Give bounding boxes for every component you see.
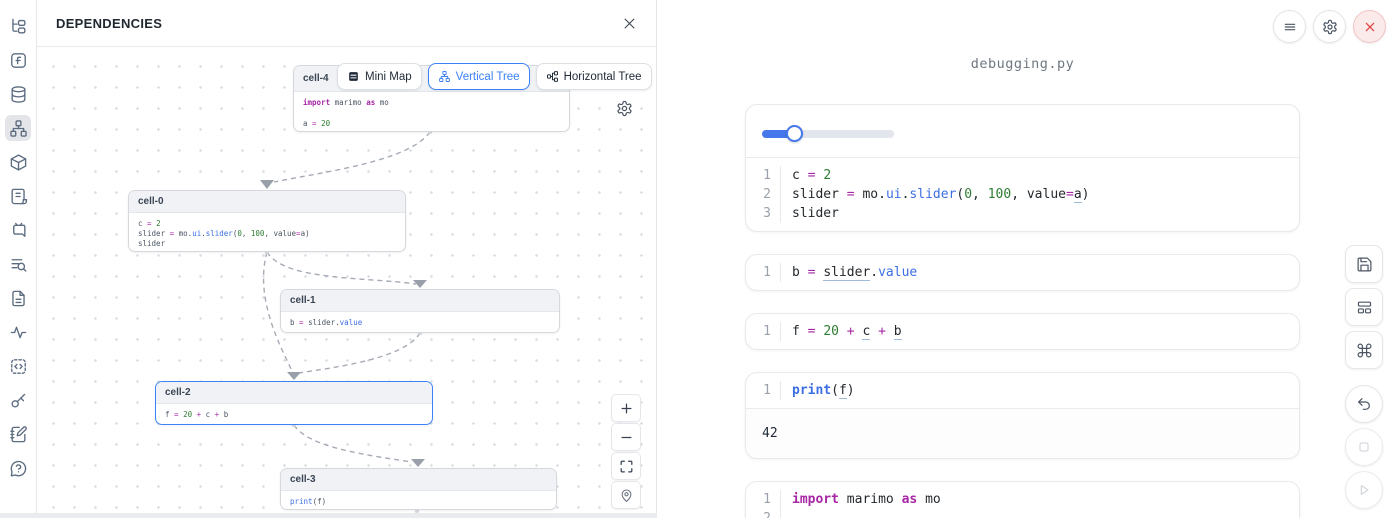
function-square-icon[interactable] [5, 47, 31, 73]
run-all-play-icon[interactable] [1345, 471, 1383, 509]
edge-cell2-cell3 [294, 425, 412, 462]
settings-gear-icon[interactable] [1313, 10, 1346, 43]
dependencies-panel: DEPENDENCIES [37, 0, 657, 518]
node-title: cell-2 [156, 382, 432, 404]
zoom-out-icon[interactable] [611, 423, 641, 451]
node-title: cell-0 [129, 191, 405, 213]
undo-icon[interactable] [1345, 385, 1383, 423]
key-icon[interactable] [5, 387, 31, 413]
help-bubble-icon[interactable] [5, 455, 31, 481]
graph-node-cell-0[interactable]: cell-0 c = 2slider = mo.ui.slider(0, 100… [128, 190, 406, 252]
dependency-graph-icon[interactable] [5, 115, 31, 141]
marimo-app: DEPENDENCIES [0, 0, 1400, 518]
package-box-icon[interactable] [5, 149, 31, 175]
notebook-pen-icon[interactable] [5, 421, 31, 447]
center-selection-pin-icon[interactable] [611, 481, 641, 509]
code-editor[interactable]: 1import marimo as mo2 [746, 482, 1299, 518]
notebook-window-buttons [1273, 10, 1386, 43]
node-code: c = 2slider = mo.ui.slider(0, 100, value… [129, 213, 405, 252]
notebook-action-buttons [1345, 245, 1383, 509]
graph-node-cell-1[interactable]: cell-1 b = slider.value [280, 289, 560, 333]
notebook-column: debugging.py 1c = 22slider = mo.ui.slide… [745, 56, 1300, 518]
slider-thumb[interactable] [786, 125, 803, 142]
code-editor[interactable]: 1print(f) [746, 373, 1299, 408]
cell-b: 1b = slider.value [745, 254, 1300, 291]
save-icon[interactable] [1345, 245, 1383, 283]
horizontal-scrollbar[interactable] [0, 513, 657, 518]
menu-icon[interactable] [1273, 10, 1306, 43]
node-title: cell-1 [281, 290, 559, 312]
scroll-text-icon[interactable] [5, 183, 31, 209]
node-code: import marimo as mo a = 20 [294, 92, 569, 132]
layout-panels-icon[interactable] [1345, 288, 1383, 326]
list-search-icon[interactable] [5, 251, 31, 277]
shutdown-icon[interactable] [1353, 10, 1386, 43]
database-icon[interactable] [5, 81, 31, 107]
minimap-button[interactable]: Mini Map [337, 63, 422, 90]
console-output: 42 [746, 408, 1299, 458]
cell-f: 1f = 20 + c + b [745, 313, 1300, 350]
slider-widget[interactable] [762, 125, 894, 142]
node-code: b = slider.value [281, 312, 559, 333]
graph-canvas[interactable]: cell-4 import marimo as mo a = 20 cell-0… [37, 47, 656, 518]
code-snippet-icon[interactable] [5, 353, 31, 379]
node-title: cell-3 [281, 469, 556, 491]
dependencies-header: DEPENDENCIES [37, 0, 656, 47]
cell-output-area [746, 105, 1299, 158]
code-editor[interactable]: 1c = 22slider = mo.ui.slider(0, 100, val… [746, 158, 1299, 231]
file-tree-icon[interactable] [5, 13, 31, 39]
cell-import: 1import marimo as mo2 [745, 481, 1300, 518]
graph-view-toolbar: Mini Map Vertical Tree Horizontal Tree [337, 63, 652, 90]
code-editor[interactable]: 1b = slider.value [746, 255, 1299, 290]
activity-pulse-icon[interactable] [5, 319, 31, 345]
edge-cell4-cell0 [274, 132, 430, 182]
horizontal-tree-button[interactable]: Horizontal Tree [536, 63, 652, 90]
panel-title: DEPENDENCIES [56, 16, 162, 31]
vertical-tree-button[interactable]: Vertical Tree [428, 63, 530, 90]
horizontal-tree-icon [546, 70, 559, 83]
zoom-in-icon[interactable] [611, 394, 641, 422]
code-editor[interactable]: 1f = 20 + c + b [746, 314, 1299, 349]
cell-slider: 1c = 22slider = mo.ui.slider(0, 100, val… [745, 104, 1300, 232]
graph-settings-gear-icon[interactable] [616, 100, 633, 117]
vertical-tree-icon [438, 70, 451, 83]
node-code: print(f) [281, 491, 556, 510]
edge-arrowhead [260, 180, 274, 189]
left-icon-rail [0, 0, 37, 518]
cells-container: 1c = 22slider = mo.ui.slider(0, 100, val… [745, 104, 1300, 518]
graph-node-cell-3[interactable]: cell-3 print(f) [280, 468, 557, 510]
stop-icon[interactable] [1345, 428, 1383, 466]
edge-arrowhead [287, 372, 301, 380]
chat-bot-icon[interactable] [5, 217, 31, 243]
fit-view-icon[interactable] [611, 452, 641, 480]
graph-node-cell-2[interactable]: cell-2 f = 20 + c + b [155, 381, 433, 425]
file-text-icon[interactable] [5, 285, 31, 311]
edge-cell1-cell2 [299, 333, 420, 373]
notebook-filename[interactable]: debugging.py [745, 56, 1300, 72]
edge-cell0-cell1 [267, 252, 416, 284]
keyboard-shortcuts-command-icon[interactable] [1345, 331, 1383, 369]
edge-arrowhead [411, 459, 425, 467]
notebook-area: debugging.py 1c = 22slider = mo.ui.slide… [657, 0, 1400, 518]
minimap-icon [347, 70, 360, 83]
node-code: f = 20 + c + b [156, 404, 432, 425]
close-icon[interactable] [622, 16, 637, 31]
cell-print: 1print(f) 42 [745, 372, 1300, 459]
graph-zoom-controls [611, 394, 641, 509]
